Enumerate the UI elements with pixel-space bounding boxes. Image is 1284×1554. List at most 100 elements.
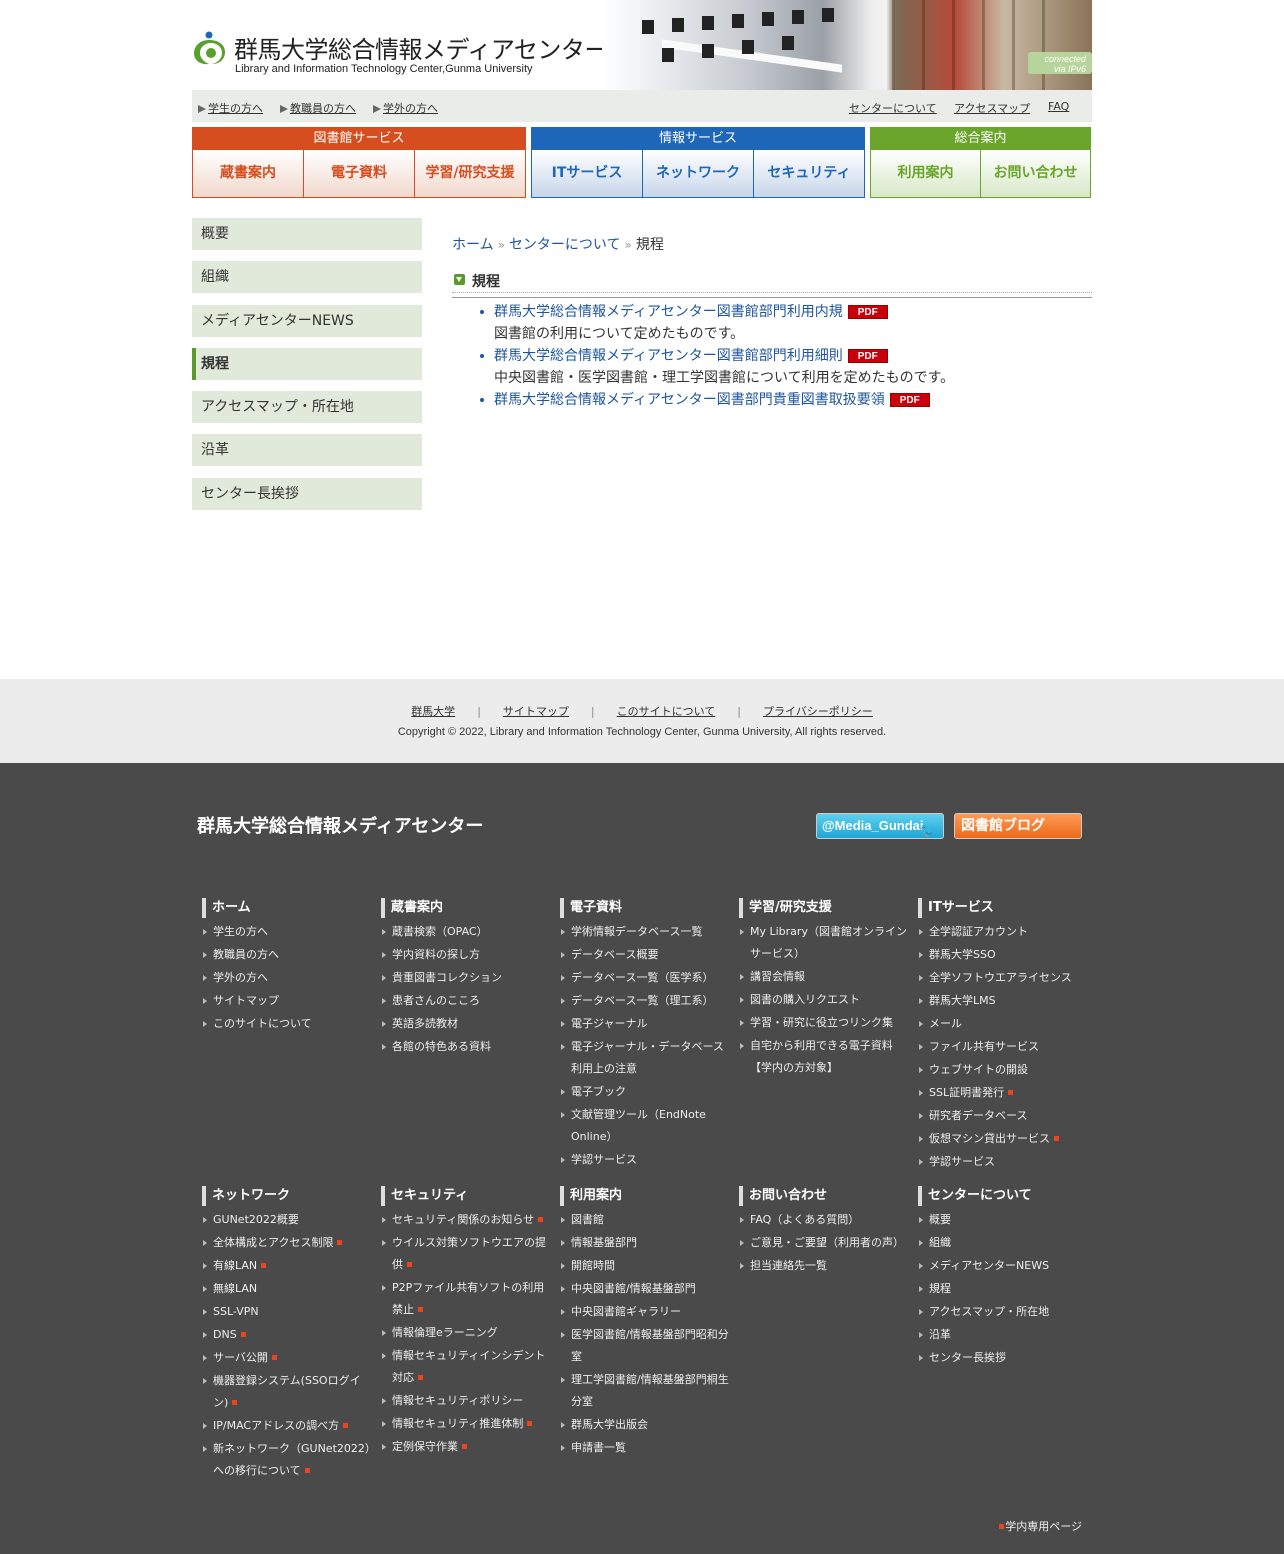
nav-collection-guide[interactable]: 蔵書案内: [193, 150, 303, 197]
pdf-icon[interactable]: PDF: [847, 349, 888, 363]
regulation-link[interactable]: 群馬大学総合情報メディアセンター図書部門貴重図書取扱要領: [494, 392, 885, 408]
nav-usage-guide[interactable]: 利用案内: [871, 150, 980, 197]
footer-link[interactable]: 英語多読教材: [381, 1013, 551, 1035]
nav-contact[interactable]: お問い合わせ: [980, 150, 1090, 197]
footer-link[interactable]: 貴重図書コレクション: [381, 967, 551, 989]
footer-link-privacy-policy[interactable]: プライバシーポリシー: [763, 705, 873, 718]
footer-column-heading[interactable]: 利用案内: [560, 1186, 730, 1206]
footer-link[interactable]: SSL-VPN: [202, 1301, 372, 1323]
footer-column-heading[interactable]: 電子資料: [560, 898, 730, 918]
footer-link[interactable]: 医学図書館/情報基盤部門昭和分室: [560, 1324, 730, 1368]
footer-link[interactable]: 情報倫理eラーニング: [381, 1322, 551, 1344]
nav-students-link[interactable]: 学生の方へ: [198, 100, 263, 116]
footer-link[interactable]: 新ネットワーク（GUNet2022）への移行について: [202, 1438, 372, 1482]
footer-link[interactable]: セキュリティ関係のお知らせ: [381, 1209, 551, 1231]
footer-link[interactable]: 学認サービス: [918, 1151, 1088, 1173]
nav-learning-research-support[interactable]: 学習/研究支援: [414, 150, 525, 197]
footer-link[interactable]: 情報セキュリティポリシー: [381, 1390, 551, 1412]
footer-link[interactable]: このサイトについて: [202, 1013, 372, 1035]
footer-link[interactable]: 中央図書館ギャラリー: [560, 1301, 730, 1323]
side-menu-item-news[interactable]: メディアセンターNEWS: [192, 304, 422, 337]
footer-link[interactable]: 学認サービス: [560, 1149, 730, 1171]
footer-link[interactable]: 開館時間: [560, 1255, 730, 1277]
nav-about-center-link[interactable]: センターについて: [849, 100, 937, 116]
nav-security[interactable]: セキュリティ: [753, 150, 864, 197]
footer-link[interactable]: 群馬大学LMS: [918, 990, 1088, 1012]
footer-link[interactable]: センター長挨拶: [918, 1347, 1088, 1369]
footer-link[interactable]: FAQ（よくある質問）: [739, 1209, 909, 1231]
footer-link[interactable]: 規程: [918, 1278, 1088, 1300]
library-blog-button[interactable]: 図書館ブログ: [954, 813, 1082, 839]
footer-link[interactable]: アクセスマップ・所在地: [918, 1301, 1088, 1323]
footer-link[interactable]: 組織: [918, 1232, 1088, 1254]
footer-link[interactable]: データベース一覧（医学系）: [560, 967, 730, 989]
footer-link[interactable]: 情報基盤部門: [560, 1232, 730, 1254]
footer-link[interactable]: 理工学図書館/情報基盤部門桐生分室: [560, 1369, 730, 1413]
side-menu-item-organization[interactable]: 組織: [192, 261, 422, 294]
footer-link[interactable]: DNS: [202, 1324, 372, 1346]
footer-link-sitemap[interactable]: サイトマップ: [503, 705, 569, 718]
footer-link[interactable]: 全体構成とアクセス制限: [202, 1232, 372, 1254]
breadcrumb-home-link[interactable]: ホーム: [452, 237, 494, 253]
footer-link[interactable]: 図書の購入リクエスト: [739, 989, 909, 1011]
footer-column-heading[interactable]: 蔵書案内: [381, 898, 551, 918]
university-logo-icon[interactable]: [192, 30, 226, 66]
footer-link[interactable]: 群馬大学SSO: [918, 944, 1088, 966]
side-menu-item-history[interactable]: 沿革: [192, 434, 422, 467]
footer-column-heading[interactable]: ITサービス: [918, 898, 1088, 918]
footer-link[interactable]: 学習・研究に役立つリンク集: [739, 1012, 909, 1034]
pdf-icon[interactable]: PDF: [847, 305, 888, 319]
footer-link[interactable]: 電子ブック: [560, 1081, 730, 1103]
site-title[interactable]: 群馬大学総合情報メディアセンター: [234, 30, 608, 65]
footer-link[interactable]: 電子ジャーナル: [560, 1013, 730, 1035]
footer-link[interactable]: 沿革: [918, 1324, 1088, 1346]
footer-link[interactable]: IP/MACアドレスの調べ方: [202, 1415, 372, 1437]
footer-link[interactable]: 学外の方へ: [202, 967, 372, 989]
footer-link[interactable]: ファイル共有サービス: [918, 1036, 1088, 1058]
nav-faq-link[interactable]: FAQ: [1048, 100, 1069, 113]
internal-only-link[interactable]: 学内専用ページ: [999, 1518, 1082, 1534]
footer-link[interactable]: 群馬大学出版会: [560, 1414, 730, 1436]
footer-link[interactable]: 文献管理ツール（EndNote Online）: [560, 1104, 730, 1148]
footer-link[interactable]: 全学ソフトウエアライセンス: [918, 967, 1088, 989]
footer-link[interactable]: ご意見・ご要望（利用者の声）: [739, 1232, 909, 1254]
footer-link[interactable]: データベース概要: [560, 944, 730, 966]
footer-link[interactable]: 担当連絡先一覧: [739, 1255, 909, 1277]
regulation-link[interactable]: 群馬大学総合情報メディアセンター図書館部門利用内規: [494, 304, 843, 320]
footer-link[interactable]: GUNet2022概要: [202, 1209, 372, 1231]
footer-link[interactable]: 教職員の方へ: [202, 944, 372, 966]
footer-link[interactable]: 中央図書館/情報基盤部門: [560, 1278, 730, 1300]
side-menu-item-overview[interactable]: 概要: [192, 218, 422, 250]
twitter-button[interactable]: @Media_Gundai 🐦: [816, 813, 944, 839]
footer-column-heading[interactable]: センターについて: [918, 1186, 1088, 1206]
footer-link[interactable]: 電子ジャーナル・データベース利用上の注意: [560, 1036, 730, 1080]
breadcrumb-about-link[interactable]: センターについて: [509, 237, 621, 253]
footer-link[interactable]: My Library（図書館オンラインサービス）: [739, 921, 909, 965]
regulation-link[interactable]: 群馬大学総合情報メディアセンター図書館部門利用細則: [494, 348, 843, 364]
side-menu-item-access-map[interactable]: アクセスマップ・所在地: [192, 391, 422, 424]
footer-link[interactable]: 情報セキュリティ推進体制: [381, 1413, 551, 1435]
footer-link[interactable]: 機器登録システム(SSOログイン): [202, 1370, 372, 1414]
footer-link[interactable]: 情報セキュリティインシデント対応: [381, 1345, 551, 1389]
footer-link[interactable]: 全学認証アカウント: [918, 921, 1088, 943]
footer-link[interactable]: サイトマップ: [202, 990, 372, 1012]
footer-link[interactable]: 研究者データベース: [918, 1105, 1088, 1127]
footer-column-heading[interactable]: ホーム: [202, 898, 372, 918]
nav-e-resources[interactable]: 電子資料: [303, 150, 414, 197]
footer-link[interactable]: メール: [918, 1013, 1088, 1035]
nav-external-link[interactable]: 学外の方へ: [373, 100, 438, 116]
footer-column-heading[interactable]: 学習/研究支援: [739, 898, 909, 918]
nav-network[interactable]: ネットワーク: [642, 150, 753, 197]
footer-link[interactable]: 学生の方へ: [202, 921, 372, 943]
footer-column-heading[interactable]: セキュリティ: [381, 1186, 551, 1206]
footer-link[interactable]: ウェブサイトの開設: [918, 1059, 1088, 1081]
pdf-icon[interactable]: PDF: [889, 393, 930, 407]
footer-link[interactable]: 学内資料の探し方: [381, 944, 551, 966]
footer-link[interactable]: 学術情報データベース一覧: [560, 921, 730, 943]
footer-link[interactable]: 仮想マシン貸出サービス: [918, 1128, 1088, 1150]
nav-access-map-link[interactable]: アクセスマップ: [954, 100, 1030, 116]
footer-link[interactable]: P2Pファイル共有ソフトの利用禁止: [381, 1277, 551, 1321]
footer-link[interactable]: 図書館: [560, 1209, 730, 1231]
side-menu-item-director-greeting[interactable]: センター長挨拶: [192, 477, 422, 510]
footer-link[interactable]: 蔵書検索（OPAC）: [381, 921, 551, 943]
